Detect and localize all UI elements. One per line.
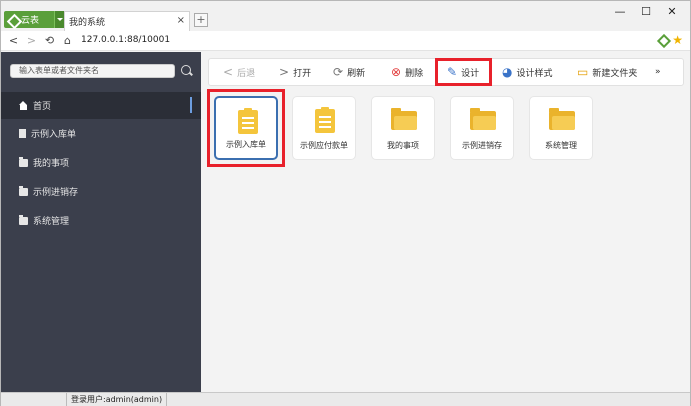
tab-title: 我的系统	[69, 18, 106, 28]
star-icon[interactable]: ★	[672, 33, 683, 47]
new-folder-icon: ▭	[577, 65, 589, 79]
new-folder-label: 新建文件夹	[592, 68, 638, 79]
open-button[interactable]: > 打开	[279, 59, 311, 85]
back-icon[interactable]: <	[7, 34, 20, 47]
sidebar-item-system-admin[interactable]: 系统管理	[1, 207, 201, 234]
sidebar: 输入表单或者文件夹名 首页 示例入库单 我的事项 示例进销存 系统管理	[1, 52, 201, 392]
forward-icon[interactable]: >	[25, 34, 38, 47]
sidebar-item-label: 我的事项	[33, 159, 70, 169]
browser-window: 云表 我的系统 × + — ☐ ✕ < > ⟲ ⌂ 127.0.0.1:88/1…	[0, 0, 691, 406]
reload-icon[interactable]: ⟲	[43, 34, 56, 47]
back-label: 后退	[237, 68, 256, 79]
tile-my-tasks[interactable]: 我的事项	[371, 96, 435, 160]
tile-label: 系统管理	[545, 141, 577, 150]
tile-sample-inventory[interactable]: 示例进销存	[450, 96, 514, 160]
address-bar: < > ⟲ ⌂ 127.0.0.1:88/10001 ★	[1, 31, 690, 51]
tile-sample-payable[interactable]: 示例应付款单	[292, 96, 356, 160]
status-bar: 登录用户:admin(admin)	[1, 392, 690, 406]
url-field[interactable]: 127.0.0.1:88/10001	[81, 35, 170, 45]
new-tab-button[interactable]: +	[194, 13, 208, 27]
close-icon[interactable]: ×	[177, 15, 185, 26]
tab-bar: 云表 我的系统 × + — ☐ ✕	[1, 1, 690, 31]
sidebar-item-sample-inventory[interactable]: 示例进销存	[1, 178, 201, 205]
design-highlight-box	[435, 58, 492, 86]
delete-button[interactable]: ⊗ 删除	[391, 59, 423, 85]
refresh-label: 刷新	[347, 68, 366, 79]
app-tab-label: 云表	[21, 16, 40, 26]
search-icon[interactable]	[181, 65, 191, 75]
login-user-status: 登录用户:admin(admin)	[66, 393, 168, 406]
folder-icon	[391, 108, 417, 130]
tile-label: 示例应付款单	[300, 141, 348, 150]
clipboard-icon	[315, 107, 335, 133]
more-button[interactable]: »	[655, 59, 661, 85]
design-style-button[interactable]: ◕ 设计样式	[502, 59, 553, 85]
sidebar-item-my-tasks[interactable]: 我的事项	[1, 149, 201, 176]
folder-icon	[549, 108, 575, 130]
open-label: 打开	[293, 68, 312, 79]
sidebar-item-sample-inbound[interactable]: 示例入库单	[1, 120, 201, 147]
active-indicator	[190, 97, 192, 113]
sidebar-item-label: 首页	[33, 102, 52, 112]
refresh-button[interactable]: ⟳ 刷新	[333, 59, 365, 85]
tile-label: 示例进销存	[462, 141, 502, 150]
sidebar-item-label: 示例进销存	[33, 188, 79, 198]
tile-highlight-box	[207, 89, 285, 167]
home-icon	[19, 100, 28, 110]
back-button[interactable]: < 后退	[223, 59, 255, 85]
sidebar-item-home[interactable]: 首页	[1, 92, 201, 119]
folder-icon	[19, 156, 28, 167]
app-logo-icon	[8, 15, 18, 25]
minimize-button[interactable]: —	[613, 5, 627, 19]
search-input[interactable]: 输入表单或者文件夹名	[10, 64, 175, 78]
tab-my-system[interactable]: 我的系统 ×	[64, 11, 190, 31]
tile-system-admin[interactable]: 系统管理	[529, 96, 593, 160]
more-label: »	[655, 67, 661, 77]
extension-logo-icon[interactable]	[657, 35, 668, 46]
new-folder-button[interactable]: ▭ 新建文件夹	[577, 59, 637, 85]
sidebar-item-label: 系统管理	[33, 217, 70, 227]
folder-icon	[19, 185, 28, 196]
design-style-label: 设计样式	[516, 68, 553, 79]
sidebar-item-label: 示例入库单	[31, 130, 77, 140]
chevron-left-icon: <	[223, 65, 234, 79]
maximize-button[interactable]: ☐	[639, 5, 653, 19]
chevron-down-icon[interactable]	[54, 11, 64, 28]
document-icon	[19, 129, 26, 138]
chevron-right-icon: >	[279, 65, 290, 79]
close-window-button[interactable]: ✕	[665, 5, 679, 19]
palette-icon: ◕	[502, 65, 513, 79]
folder-icon	[470, 108, 496, 130]
refresh-icon: ⟳	[333, 65, 344, 79]
delete-label: 删除	[405, 68, 424, 79]
app-menu-tab[interactable]: 云表	[4, 11, 64, 28]
folder-icon	[19, 214, 28, 225]
home-icon[interactable]: ⌂	[61, 34, 74, 47]
delete-icon: ⊗	[391, 65, 402, 79]
tile-label: 我的事项	[387, 141, 419, 150]
